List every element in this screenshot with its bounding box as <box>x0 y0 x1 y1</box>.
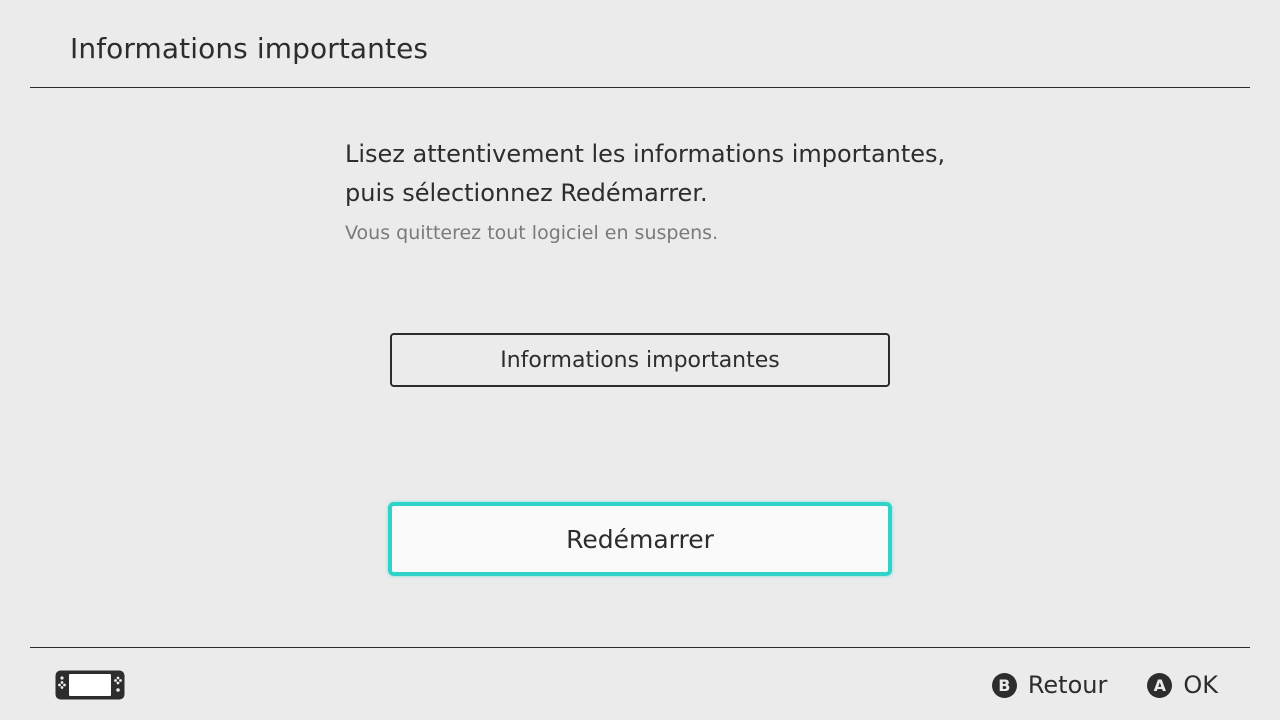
restart-button-label: Redémarrer <box>566 524 714 554</box>
message-line-2: puis sélectionnez Redémarrer. <box>345 179 708 207</box>
page-title: Informations importantes <box>70 32 429 65</box>
screen: Informations importantes Lisez attentive… <box>0 0 1280 720</box>
message-note: Vous quitterez tout logiciel en suspens. <box>345 222 719 244</box>
header-divider <box>30 87 1250 88</box>
restart-button[interactable]: Redémarrer <box>388 502 892 576</box>
message-block: Lisez attentivement les informations imp… <box>345 135 1045 247</box>
ok-action-label: OK <box>1183 671 1218 699</box>
handheld-console-icon <box>55 670 125 700</box>
footer-actions: B Retour A OK <box>952 668 1218 702</box>
footer-divider <box>30 647 1250 648</box>
a-button-icon: A <box>1147 672 1173 698</box>
important-info-button-label: Informations importantes <box>500 347 780 373</box>
ok-action[interactable]: A OK <box>1147 671 1218 699</box>
back-action-label: Retour <box>1027 671 1108 699</box>
message-text: Lisez attentivement les informations imp… <box>345 135 1045 213</box>
b-button-icon: B <box>991 672 1017 698</box>
back-action[interactable]: B Retour <box>991 671 1108 699</box>
message-line-1: Lisez attentivement les informations imp… <box>345 140 946 168</box>
important-info-button[interactable]: Informations importantes <box>390 333 890 387</box>
